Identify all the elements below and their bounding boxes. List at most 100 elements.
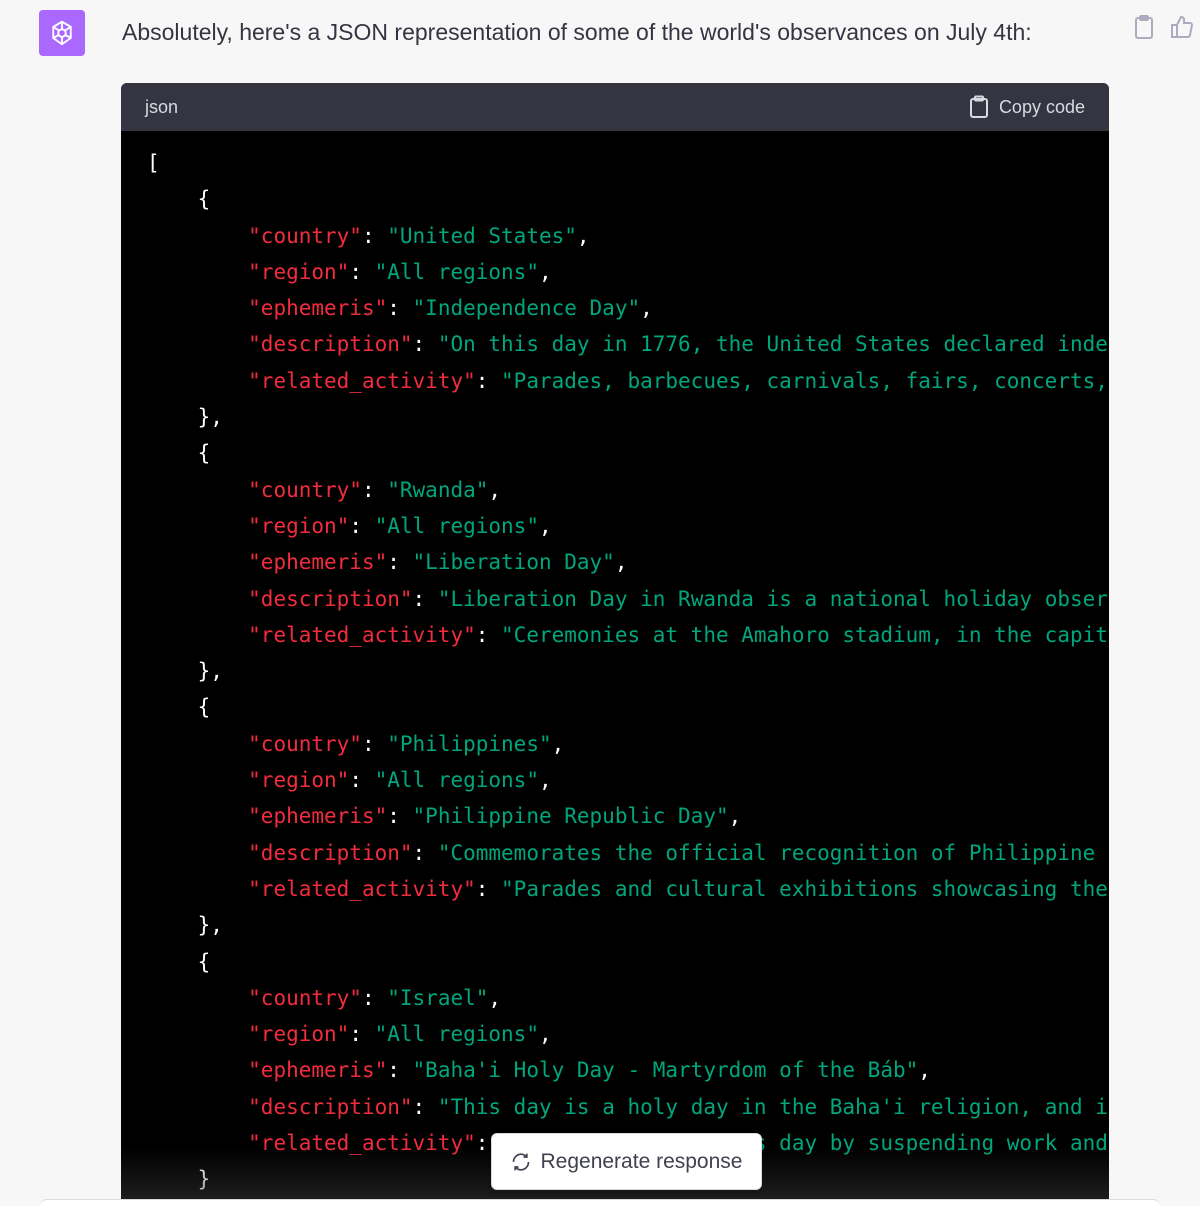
json-string-value: "Independence Day"	[412, 296, 641, 321]
code-line: "related_activity": "Parades and cultura…	[147, 871, 1109, 907]
code-line: "region": "All regions",	[147, 762, 1109, 798]
thumbs-up-icon[interactable]	[1170, 14, 1194, 40]
code-punct: :	[349, 513, 375, 538]
code-punct: ,	[614, 550, 628, 575]
code-line: "country": "United States",	[147, 218, 1109, 254]
code-punct: :	[361, 477, 388, 502]
copy-code-button[interactable]: Copy code	[969, 95, 1085, 119]
code-punct: :	[475, 368, 502, 393]
code-punct: :	[349, 1022, 375, 1047]
json-key: "description"	[248, 840, 413, 865]
code-punct: :	[387, 804, 413, 829]
json-key: "description"	[248, 1094, 413, 1119]
code-punct: :	[349, 768, 375, 793]
json-string-value: "All regions"	[374, 768, 539, 793]
code-line: },	[147, 907, 1109, 943]
code-line: "country": "Rwanda",	[147, 472, 1109, 508]
composer-edge	[40, 1199, 1160, 1206]
code-line: "related_activity": "Ceremonies at the A…	[147, 617, 1109, 653]
code-line: "description": "Liberation Day in Rwanda…	[147, 581, 1109, 617]
code-line: [	[147, 145, 1109, 181]
code-line: "ephemeris": "Independence Day",	[147, 290, 1109, 326]
code-block: json Copy code [ { "country": "United St…	[121, 83, 1109, 1206]
code-punct: ,	[918, 1058, 931, 1083]
code-punct: :	[387, 1058, 413, 1083]
json-key: "description"	[248, 332, 413, 357]
code-punct: },	[147, 659, 223, 684]
code-line: {	[147, 435, 1109, 471]
assistant-avatar	[39, 10, 85, 56]
json-key: "region"	[248, 513, 350, 538]
json-string-value: "Ceremonies at the Amahoro stadium, in t…	[501, 622, 1108, 647]
code-line: },	[147, 653, 1109, 689]
json-string-value: "Liberation Day in Rwanda is a national …	[437, 586, 1108, 611]
code-punct: ,	[538, 768, 552, 793]
code-line: "description": "This day is a holy day i…	[147, 1089, 1109, 1125]
json-key: "ephemeris"	[248, 804, 388, 829]
json-string-value: "United States"	[387, 223, 577, 248]
code-punct: :	[412, 332, 438, 357]
json-string-value: "Parades, barbecues, carnivals, fairs, c…	[501, 368, 1108, 393]
regenerate-response-button[interactable]: Regenerate response	[491, 1133, 762, 1190]
code-punct: {	[147, 695, 211, 720]
code-line: "ephemeris": "Philippine Republic Day",	[147, 798, 1109, 834]
code-punct: },	[147, 405, 223, 430]
code-line: "region": "All regions",	[147, 1016, 1109, 1052]
json-string-value: "Parades and cultural exhibitions showca…	[501, 876, 1108, 901]
json-key: "related_activity"	[248, 1131, 476, 1156]
code-punct: ,	[551, 731, 565, 756]
json-key: "description"	[248, 586, 413, 611]
code-punct: [	[147, 151, 160, 175]
json-key: "region"	[248, 768, 350, 793]
json-key: "country"	[248, 731, 362, 756]
json-key: "country"	[248, 477, 362, 502]
message-actions	[1132, 14, 1194, 40]
code-line: "country": "Philippines",	[147, 726, 1109, 762]
json-string-value: "All regions"	[374, 1022, 539, 1047]
openai-logo-icon	[52, 20, 72, 46]
json-key: "region"	[248, 259, 350, 284]
json-string-value: "Philippine Republic Day"	[412, 804, 729, 829]
code-line: },	[147, 399, 1109, 435]
code-punct: :	[361, 985, 388, 1010]
json-key: "ephemeris"	[248, 550, 388, 575]
code-punct: :	[387, 296, 413, 321]
code-punct: ,	[488, 985, 502, 1010]
json-key: "related_activity"	[248, 622, 476, 647]
code-punct: ,	[488, 477, 502, 502]
refresh-icon	[512, 1152, 529, 1171]
code-punct: :	[412, 1094, 438, 1119]
json-key: "region"	[248, 1022, 350, 1047]
code-line: "ephemeris": "Liberation Day",	[147, 544, 1109, 580]
code-punct: {	[147, 441, 211, 466]
code-line: "region": "All regions",	[147, 508, 1109, 544]
code-punct: {	[147, 949, 211, 974]
json-key: "country"	[248, 985, 362, 1010]
code-line: {	[147, 689, 1109, 725]
json-string-value: "All regions"	[374, 259, 539, 284]
code-punct: },	[147, 913, 223, 938]
code-punct: ,	[538, 513, 552, 538]
code-punct: ,	[538, 259, 552, 284]
code-line: "ephemeris": "Baha'i Holy Day - Martyrdo…	[147, 1052, 1109, 1088]
code-line: "description": "Commemorates the officia…	[147, 835, 1109, 871]
code-line: {	[147, 181, 1109, 217]
code-punct: :	[361, 223, 388, 248]
json-string-value: "Commemorates the official recognition o…	[437, 840, 1096, 865]
code-punct: {	[147, 187, 211, 212]
clipboard-icon	[969, 95, 988, 118]
json-string-value: "This day is a holy day in the Baha'i re…	[437, 1094, 1108, 1119]
copy-code-label: Copy code	[998, 96, 1085, 117]
code-line: "related_activity": "Parades, barbecues,…	[147, 363, 1109, 399]
json-string-value: "Israel"	[387, 985, 489, 1010]
json-key: "ephemeris"	[248, 1058, 388, 1083]
json-key: "country"	[248, 223, 362, 248]
json-string-value: "Liberation Day"	[412, 550, 615, 575]
code-line: "region": "All regions",	[147, 254, 1109, 290]
copy-message-icon[interactable]	[1132, 14, 1156, 40]
json-string-value: "Baha'i Holy Day - Martyrdom of the Báb"	[412, 1058, 919, 1083]
code-punct: ,	[640, 296, 653, 321]
assistant-message-intro: Absolutely, here's a JSON representation…	[122, 19, 1032, 45]
code-header: json Copy code	[121, 83, 1109, 131]
code-punct: ,	[728, 804, 742, 829]
